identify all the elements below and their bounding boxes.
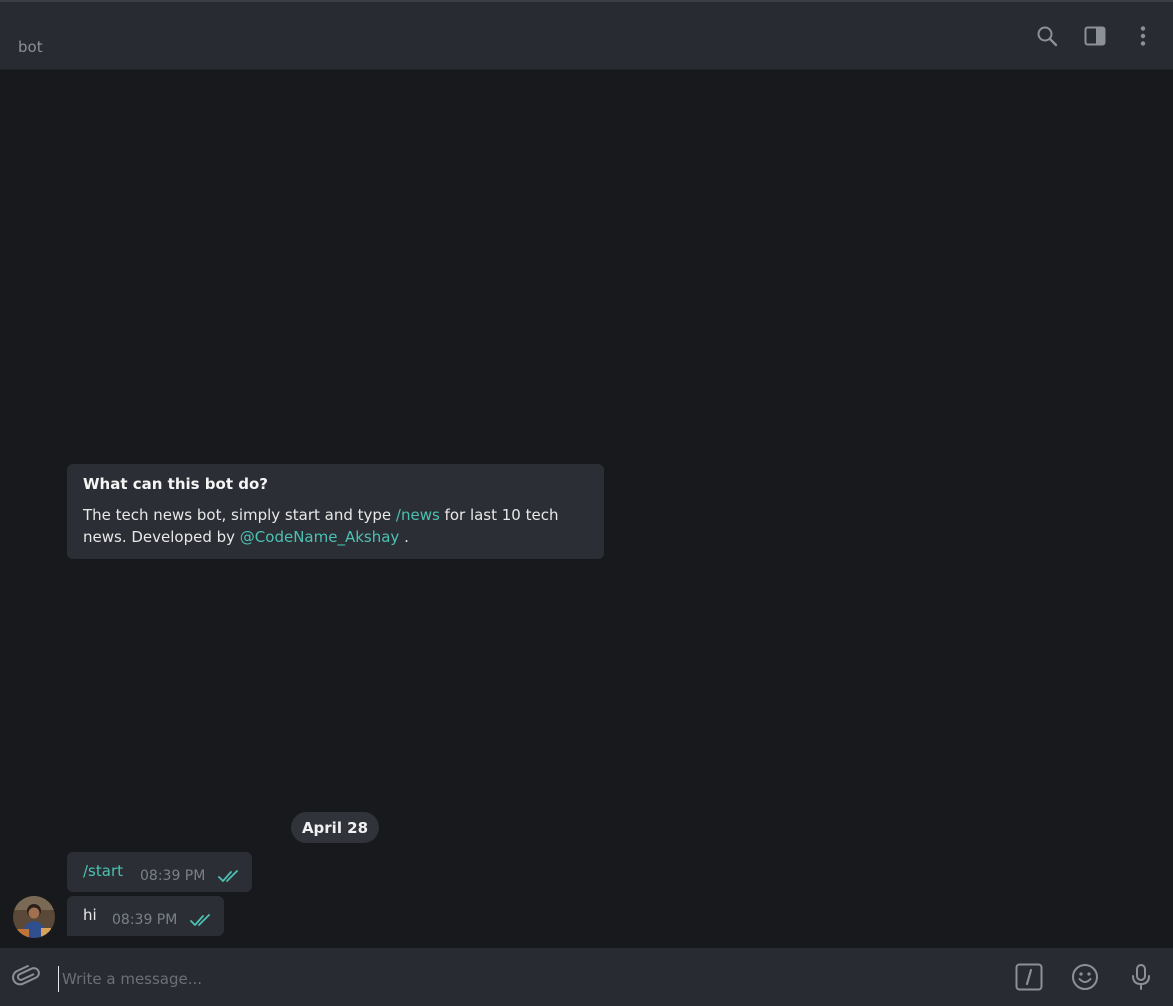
- message-composer: [0, 948, 1173, 1006]
- message-bubble[interactable]: /start 08:39 PM: [67, 852, 252, 892]
- message-time: 08:39 PM: [112, 912, 178, 928]
- date-separator[interactable]: April 28: [291, 812, 379, 843]
- double-check-icon: [218, 868, 242, 887]
- developer-mention-link[interactable]: @CodeName_Akshay: [240, 528, 400, 546]
- chat-header: bot: [0, 2, 1173, 70]
- message-text[interactable]: /start: [83, 862, 123, 880]
- avatar[interactable]: [13, 896, 55, 938]
- double-check-icon: [190, 912, 214, 931]
- telegram-chat-window: bot What can this bot do? The tech news …: [0, 0, 1173, 1006]
- chat-title[interactable]: bot: [18, 38, 43, 56]
- sidebar-toggle-icon[interactable]: [1083, 24, 1107, 48]
- search-icon[interactable]: [1035, 24, 1059, 48]
- news-command-link[interactable]: /news: [396, 506, 440, 524]
- bot-info-title: What can this bot do?: [83, 475, 268, 493]
- bot-info-text-before: The tech news bot, simply start and type: [83, 506, 396, 524]
- message-list[interactable]: What can this bot do? The tech news bot,…: [0, 70, 1173, 948]
- message-time: 08:39 PM: [140, 868, 206, 884]
- bot-info-text-after: .: [399, 528, 409, 546]
- bot-command-icon[interactable]: [1015, 963, 1043, 991]
- message-input[interactable]: [58, 966, 964, 992]
- bot-info-description: The tech news bot, simply start and type…: [83, 504, 588, 548]
- bot-info-card: What can this bot do? The tech news bot,…: [67, 464, 604, 559]
- microphone-icon[interactable]: [1127, 963, 1155, 991]
- more-vertical-icon[interactable]: [1131, 24, 1155, 48]
- emoji-icon[interactable]: [1071, 963, 1099, 991]
- message-text[interactable]: hi: [83, 906, 97, 924]
- attach-icon[interactable]: [12, 963, 40, 991]
- message-bubble[interactable]: hi 08:39 PM: [67, 896, 224, 936]
